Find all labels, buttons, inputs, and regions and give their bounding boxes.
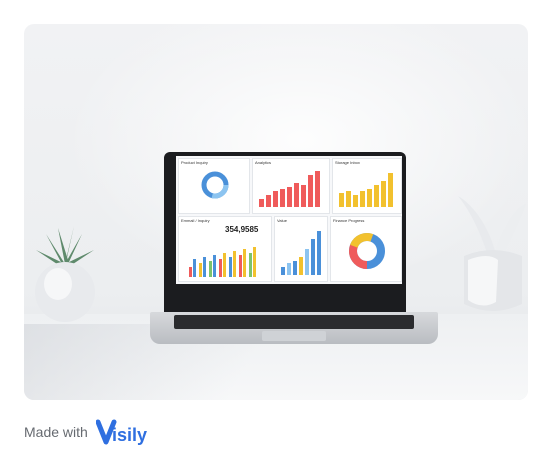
panel-value: Value — [274, 216, 328, 282]
panel-title: Value — [277, 218, 287, 223]
kpi-value: 354,9585 — [225, 225, 259, 234]
panel-title: Analytics — [255, 160, 272, 165]
panel-product-inquiry: Product Inquiry — [178, 158, 250, 218]
grouped-bar-chart — [189, 247, 256, 277]
visily-logo[interactable]: isily — [96, 418, 156, 446]
panel-analytics: Analytics — [252, 158, 330, 214]
made-with-label: Made with — [24, 424, 88, 440]
pie-chart — [349, 233, 385, 269]
donut-chart — [201, 171, 229, 199]
panel-title: Product Inquiry — [181, 160, 208, 165]
panel-storage-inbox: Storage Inbox — [332, 158, 402, 214]
succulent-plant — [35, 226, 95, 322]
laptop-screen: Product Inquiry Analytics Storage Inbox … — [176, 156, 402, 284]
laptop-trackpad — [262, 331, 326, 341]
hero-image: Product Inquiry Analytics Storage Inbox … — [24, 24, 528, 400]
panel-title: Finance Progress — [333, 218, 365, 223]
bar-chart-yellow — [339, 173, 393, 207]
legend — [183, 205, 243, 218]
panel-title: Emmail / Inquiry — [181, 218, 210, 223]
laptop-keyboard — [174, 315, 414, 329]
bar-chart-red — [259, 171, 320, 207]
panel-finance-progress: Finance Progress — [330, 216, 402, 282]
bar-chart-blue — [281, 231, 321, 275]
panel-title: Storage Inbox — [335, 160, 360, 165]
panel-email-inquiry: Emmail / Inquiry 354,9585 — [178, 216, 272, 282]
bunny-ear-plant — [458, 196, 526, 311]
svg-text:isily: isily — [112, 425, 147, 445]
